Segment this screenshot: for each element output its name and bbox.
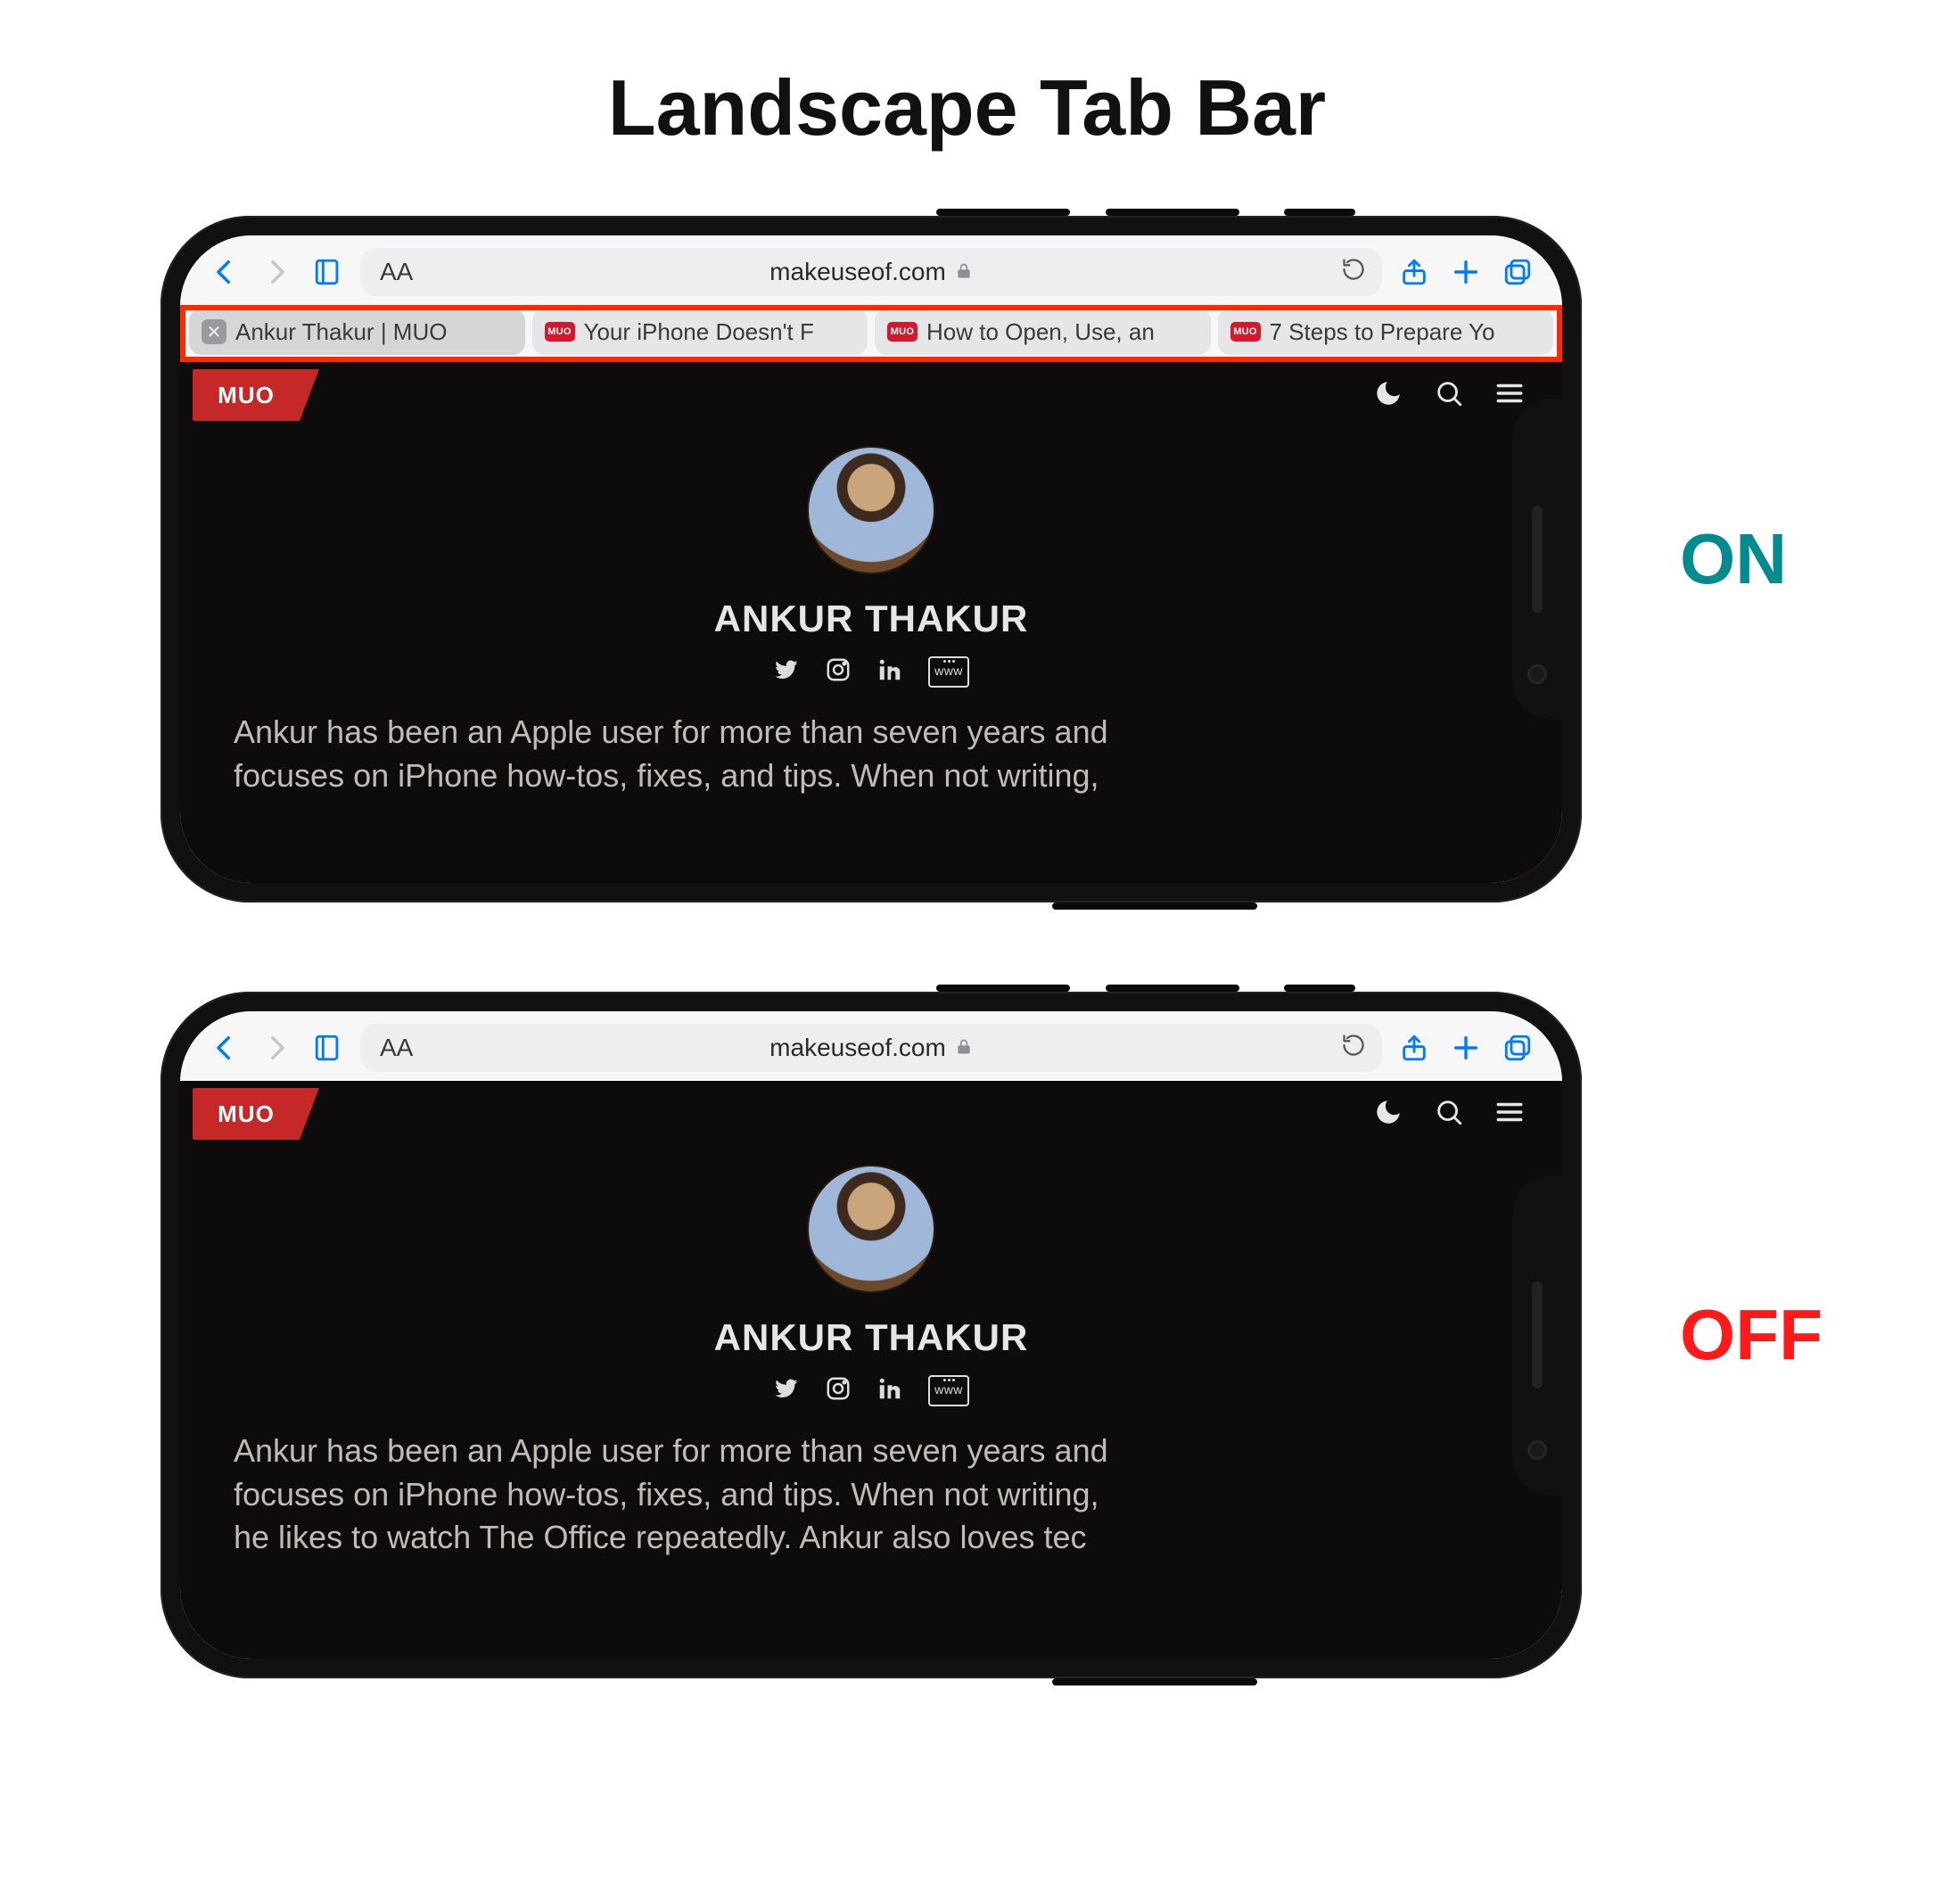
tabs-overview-button[interactable]	[1498, 252, 1537, 292]
site-header: MUO	[180, 362, 1562, 426]
bookmarks-button[interactable]	[309, 1028, 348, 1067]
state-label-on: ON	[1680, 518, 1787, 600]
social-links: www	[773, 656, 969, 688]
state-label-off: OFF	[1680, 1294, 1823, 1376]
web-page: MUO ANKUR THAKUR	[180, 362, 1562, 883]
tab-label: 7 Steps to Prepare Yo	[1270, 318, 1495, 346]
lock-icon	[955, 1034, 973, 1062]
site-header: MUO	[180, 1081, 1562, 1145]
url-bar[interactable]: AA makeuseof.com	[360, 248, 1382, 296]
reload-button[interactable]	[1341, 1033, 1366, 1064]
social-links: www	[773, 1375, 969, 1406]
web-page: MUO ANKUR THAKUR	[180, 1081, 1562, 1659]
new-tab-button[interactable]	[1446, 252, 1485, 292]
search-icon[interactable]	[1434, 378, 1464, 413]
page-title: Landscape Tab Bar	[0, 62, 1934, 153]
url-text: makeuseof.com	[769, 1034, 946, 1062]
side-button	[1106, 985, 1239, 992]
row-off: AA makeuseof.com	[0, 992, 1934, 1678]
device-notch	[1512, 399, 1562, 720]
url-bar[interactable]: AA makeuseof.com	[360, 1024, 1382, 1072]
share-button[interactable]	[1395, 252, 1434, 292]
reload-button[interactable]	[1341, 257, 1366, 288]
linkedin-icon[interactable]	[876, 1375, 903, 1406]
website-icon[interactable]: www	[928, 656, 969, 688]
tab-bar: ✕ Ankur Thakur | MUO MUO Your iPhone Doe…	[180, 305, 1562, 362]
instagram-icon[interactable]	[825, 1375, 852, 1406]
back-button[interactable]	[205, 1028, 244, 1067]
screen-off: AA makeuseof.com	[180, 1011, 1562, 1659]
twitter-icon[interactable]	[773, 656, 800, 688]
tab-label: How to Open, Use, an	[926, 318, 1155, 346]
lock-icon	[955, 258, 973, 286]
search-icon[interactable]	[1434, 1097, 1464, 1132]
menu-icon[interactable]	[1494, 1097, 1525, 1132]
reader-aa-button[interactable]: AA	[380, 1034, 413, 1062]
favicon-icon: MUO	[1230, 322, 1261, 342]
tab-label: Ankur Thakur | MUO	[235, 318, 447, 346]
author-profile: ANKUR THAKUR www	[180, 448, 1562, 688]
tab[interactable]: MUO How to Open, Use, an	[875, 309, 1211, 355]
safari-toolbar: AA makeuseof.com	[180, 1011, 1562, 1081]
bookmarks-button[interactable]	[309, 252, 348, 292]
favicon-icon: MUO	[887, 322, 918, 342]
forward-button[interactable]	[257, 1028, 296, 1067]
new-tab-button[interactable]	[1446, 1028, 1485, 1067]
tabs-overview-button[interactable]	[1498, 1028, 1537, 1067]
linkedin-icon[interactable]	[876, 656, 903, 688]
close-tab-icon[interactable]: ✕	[202, 319, 226, 344]
side-button	[1052, 903, 1257, 910]
reader-aa-button[interactable]: AA	[380, 258, 413, 286]
phone-frame-on: AA makeuseof.com	[160, 216, 1582, 903]
site-logo[interactable]: MUO	[193, 1088, 300, 1140]
dark-mode-icon[interactable]	[1373, 1097, 1403, 1132]
author-bio: Ankur has been an Apple user for more th…	[234, 1430, 1509, 1560]
side-button	[1284, 985, 1355, 992]
tab-active[interactable]: ✕ Ankur Thakur | MUO	[189, 309, 525, 355]
screen-on: AA makeuseof.com	[180, 235, 1562, 883]
tab-label: Your iPhone Doesn't F	[584, 318, 814, 346]
author-profile: ANKUR THAKUR www	[180, 1166, 1562, 1406]
avatar	[809, 448, 934, 573]
side-button	[1052, 1678, 1257, 1686]
site-logo[interactable]: MUO	[193, 369, 300, 421]
back-button[interactable]	[205, 252, 244, 292]
tab[interactable]: MUO Your iPhone Doesn't F	[532, 309, 868, 355]
device-notch	[1512, 1175, 1562, 1496]
author-name: ANKUR THAKUR	[714, 598, 1029, 640]
site-header-actions	[1373, 378, 1525, 413]
twitter-icon[interactable]	[773, 1375, 800, 1406]
side-button	[936, 985, 1070, 992]
site-header-actions	[1373, 1097, 1525, 1132]
instagram-icon[interactable]	[825, 656, 852, 688]
share-button[interactable]	[1395, 1028, 1434, 1067]
favicon-icon: MUO	[545, 322, 575, 342]
phone-frame-off: AA makeuseof.com	[160, 992, 1582, 1678]
side-button	[1284, 209, 1355, 216]
dark-mode-icon[interactable]	[1373, 378, 1403, 413]
side-button	[936, 209, 1070, 216]
author-name: ANKUR THAKUR	[714, 1316, 1029, 1359]
avatar	[809, 1166, 934, 1291]
menu-icon[interactable]	[1494, 378, 1525, 413]
row-on: AA makeuseof.com	[0, 216, 1934, 903]
url-text: makeuseof.com	[769, 258, 946, 286]
author-bio: Ankur has been an Apple user for more th…	[234, 711, 1509, 797]
safari-toolbar: AA makeuseof.com	[180, 235, 1562, 305]
tab[interactable]: MUO 7 Steps to Prepare Yo	[1218, 309, 1554, 355]
forward-button[interactable]	[257, 252, 296, 292]
side-button	[1106, 209, 1239, 216]
website-icon[interactable]: www	[928, 1375, 969, 1406]
